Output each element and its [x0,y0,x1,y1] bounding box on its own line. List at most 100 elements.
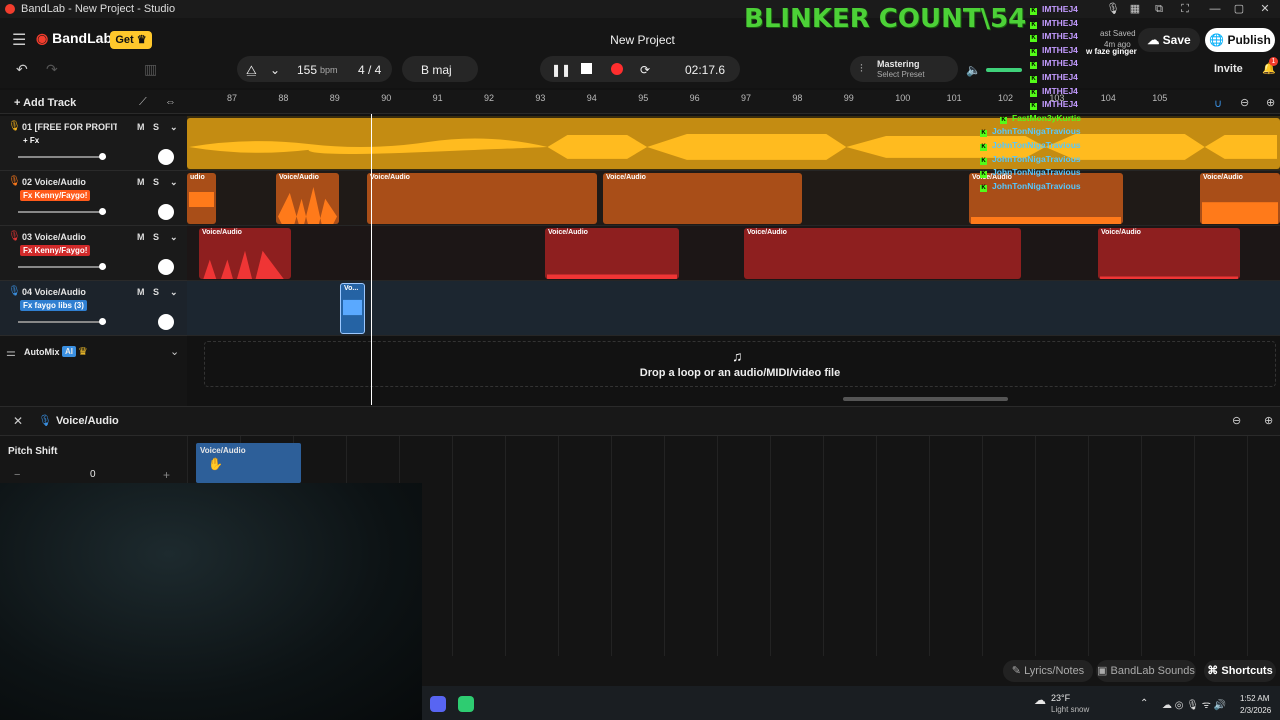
track-header-2[interactable]: 🎙 02 Voice/Audio Fx Kenny/Faygo! M S ⌄ [0,171,187,226]
pan-knob[interactable] [158,149,174,165]
lyrics-notes-button[interactable]: ✎ Lyrics/Notes [1003,660,1093,682]
solo-button[interactable]: S [153,177,159,187]
chevron-down-icon[interactable]: ⌄ [170,122,178,133]
slider-knob[interactable] [99,153,106,160]
solo-button[interactable]: S [153,122,159,132]
get-membership-button[interactable]: Get ♛ [110,31,152,49]
track-name[interactable]: 02 Voice/Audio [22,177,117,187]
track-header-1[interactable]: 🎙 01 [FREE FOR PROFIT] ... + Fx M S ⌄ [0,116,187,171]
maximize-button[interactable]: ▢ [1232,2,1246,16]
slider-knob[interactable] [99,318,106,325]
pitch-value[interactable]: 0 [90,469,96,480]
discord-icon[interactable] [430,696,446,712]
pan-knob[interactable] [158,204,174,220]
volume-icon[interactable]: 🔈 [966,63,981,77]
track-fx-button[interactable]: Fx faygo libs (3) [20,300,87,311]
menu-icon[interactable]: ☰ [12,30,26,50]
zoom-out-icon[interactable]: ⊖ [1232,414,1241,427]
tempo-value[interactable]: 155 [297,63,317,77]
audio-clip[interactable] [187,118,1280,169]
audio-clip[interactable]: Voice/Audio [1200,173,1280,224]
mute-button[interactable]: M [137,177,145,187]
project-title[interactable]: New Project [560,33,725,47]
mute-button[interactable]: M [137,287,145,297]
record-icon[interactable] [611,63,623,75]
minimize-button[interactable]: — [1208,2,1222,16]
magic-wand-icon[interactable]: ⟋ [139,96,147,109]
time-signature[interactable]: 4 / 4 [358,63,381,77]
track-fx-button[interactable]: Fx Kenny/Faygo! [20,190,91,201]
track-fx-button[interactable]: + Fx [20,135,42,146]
track-lane-3[interactable]: Voice/Audio Voice/Audio Voice/Audio Voic… [187,226,1280,281]
mute-button[interactable]: M [137,122,145,132]
add-track-button[interactable]: + Add Track [14,97,76,109]
publish-button[interactable]: 🌐 Publish [1205,28,1275,52]
audio-clip[interactable]: Voice/Audio [199,228,291,279]
loop-icon[interactable]: ⟳ [640,63,650,77]
pitch-decrease-button[interactable]: − [14,469,20,481]
pan-knob[interactable] [158,259,174,275]
invite-button[interactable]: Invite [1214,63,1243,75]
zoom-in-icon[interactable]: ⊕ [1264,414,1273,427]
shortcuts-button[interactable]: ⌘ Shortcuts [1204,660,1276,682]
track-header-4[interactable]: 🎙 04 Voice/Audio Fx faygo libs (3) M S ⌄ [0,281,187,336]
editor-clip[interactable]: Voice/Audio ✋ [196,443,301,483]
track-lane-1[interactable] [187,116,1280,171]
mute-button[interactable]: M [137,232,145,242]
timeline-ruler[interactable]: 87 88 89 90 91 92 93 94 95 96 97 98 99 100 101 102 103 10… [187,90,1280,114]
chevron-down-icon[interactable]: ⌄ [170,177,178,188]
playhead[interactable] [371,114,372,405]
undo-icon[interactable]: ↶ [16,61,28,78]
track-name[interactable]: 01 [FREE FOR PROFIT] ... [22,122,117,132]
audio-clip[interactable]: Voice/Audio [545,228,679,279]
slider-knob[interactable] [99,208,106,215]
zoom-out-icon[interactable]: ⊖ [1240,96,1249,109]
track-fx-button[interactable]: Fx Kenny/Faygo! [20,245,91,256]
grid-icon[interactable]: ▦ [1128,2,1142,16]
track-lane-4[interactable]: Vo... [187,281,1280,336]
pause-icon[interactable]: ❚❚ [551,63,571,77]
metronome-icon[interactable]: ⧋ [246,63,257,78]
pan-knob[interactable] [158,314,174,330]
solo-button[interactable]: S [153,287,159,297]
pitch-increase-button[interactable]: + [163,468,170,482]
restore-icon[interactable]: ⛶ [1178,2,1192,16]
chevron-down-icon[interactable]: ⌄ [170,232,178,243]
track-lane-2[interactable]: udio Voice/Audio Voice/Audio Voice/Audio… [187,171,1280,226]
volume-slider[interactable] [18,318,106,325]
track-name[interactable]: 03 Voice/Audio [22,232,117,242]
audio-clip[interactable]: Voice/Audio [1098,228,1240,279]
volume-slider[interactable] [18,208,106,215]
taskbar-app-icon[interactable] [458,696,474,712]
stop-icon[interactable] [581,63,592,74]
audio-clip[interactable]: Voice/Audio [603,173,802,224]
volume-slider[interactable] [18,153,106,160]
chevron-down-icon[interactable]: ⌄ [170,287,178,298]
zoom-in-icon[interactable]: ⊕ [1266,96,1275,109]
horizontal-scrollbar[interactable] [843,397,1008,401]
bandlab-sounds-button[interactable]: ▣ BandLab Sounds [1096,660,1196,682]
volume-slider[interactable] [18,263,106,270]
close-window-button[interactable]: ✕ [1258,2,1272,16]
save-button[interactable]: ☁ Save [1138,28,1200,52]
mic-icon[interactable]: 🎙 [1106,2,1120,16]
chevron-down-icon[interactable]: ⌄ [170,345,179,358]
fit-icon[interactable]: ⇔ [165,96,176,108]
bandlab-logo[interactable]: ◉ BandLab [36,30,112,47]
chevron-down-icon[interactable]: ⌄ [270,63,280,77]
key-value[interactable]: B maj [421,63,452,77]
slider-knob[interactable] [99,263,106,270]
tray-chevron-icon[interactable]: ⌃ [1140,698,1148,709]
audio-clip[interactable]: Voice/Audio [744,228,1021,279]
track-name[interactable]: 04 Voice/Audio [22,287,117,297]
tray-icons[interactable]: ☁ ◎ 🎙 ᯤ 🔊 [1162,697,1226,711]
audio-clip[interactable]: udio [187,173,216,224]
redo-icon[interactable]: ↷ [46,61,58,78]
window-icon[interactable]: ⧉ [1152,2,1166,16]
magnet-icon[interactable]: ∪ [1214,97,1222,110]
close-editor-icon[interactable]: ✕ [13,414,23,428]
audio-clip[interactable]: Voice/Audio [276,173,339,224]
track-header-3[interactable]: 🎙 03 Voice/Audio Fx Kenny/Faygo! M S ⌄ [0,226,187,281]
audio-clip[interactable]: Voice/Audio [367,173,597,224]
audio-clip[interactable]: Vo... [340,283,365,334]
